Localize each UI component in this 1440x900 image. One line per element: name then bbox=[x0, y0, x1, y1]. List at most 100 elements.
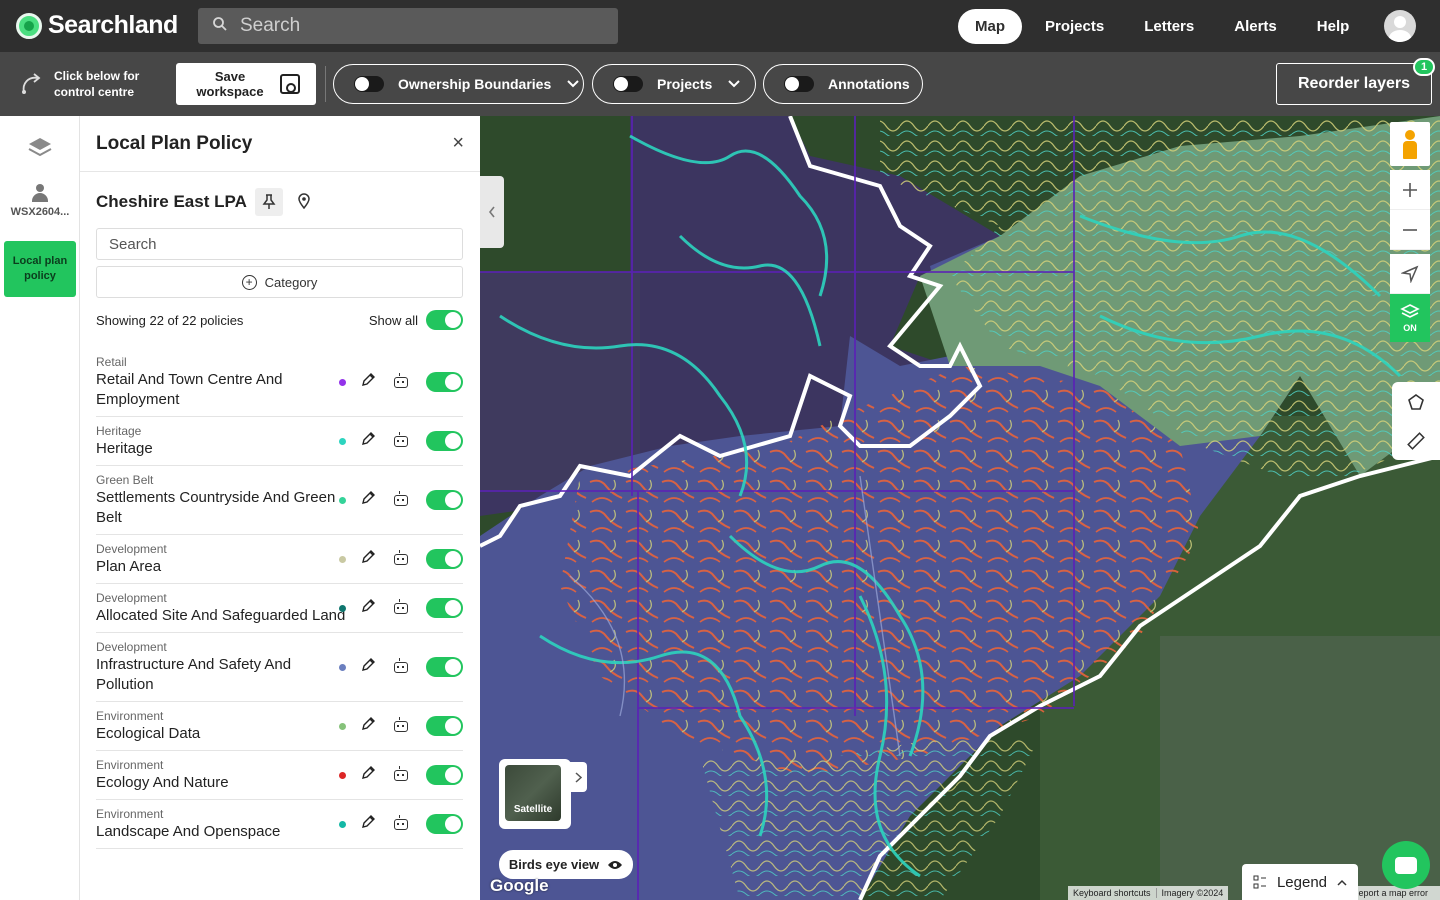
ownership-boundaries-toggle[interactable] bbox=[354, 76, 384, 92]
edit-pencil-icon[interactable] bbox=[360, 814, 376, 834]
nav-alerts[interactable]: Alerts bbox=[1217, 9, 1294, 44]
edit-pencil-icon[interactable] bbox=[360, 716, 376, 736]
policy-visibility-toggle[interactable] bbox=[426, 549, 463, 569]
policy-color-dot bbox=[339, 771, 346, 779]
policy-row: Green Belt Settlements Countryside And Gr… bbox=[96, 466, 463, 535]
edit-pencil-icon[interactable] bbox=[360, 657, 376, 677]
lpa-row: Cheshire East LPA bbox=[96, 188, 311, 216]
satellite-toggle-card[interactable]: Satellite bbox=[499, 759, 571, 829]
map-canvas[interactable] bbox=[480, 116, 1440, 900]
edit-pencil-icon[interactable] bbox=[360, 598, 376, 618]
location-pin-icon[interactable] bbox=[297, 192, 311, 212]
policy-visibility-toggle[interactable] bbox=[426, 814, 463, 834]
policy-name: Settlements Countryside And Green Belt bbox=[96, 489, 336, 526]
category-button[interactable]: + Category bbox=[96, 266, 463, 298]
control-centre-text: Click below for control centre bbox=[54, 69, 140, 99]
policy-visibility-toggle[interactable] bbox=[426, 372, 463, 392]
edit-pencil-icon[interactable] bbox=[360, 549, 376, 569]
robot-icon[interactable] bbox=[394, 716, 408, 732]
layers-icon[interactable] bbox=[26, 134, 54, 162]
zoom-out-button[interactable] bbox=[1390, 210, 1430, 250]
ruler-icon[interactable] bbox=[1392, 421, 1440, 460]
chevron-right-icon[interactable] bbox=[569, 762, 587, 792]
chat-support-button[interactable] bbox=[1382, 841, 1430, 889]
policy-name: Ecology And Nature bbox=[96, 774, 229, 791]
logo-icon bbox=[16, 12, 42, 39]
robot-icon[interactable] bbox=[394, 814, 408, 830]
policy-visibility-toggle[interactable] bbox=[426, 490, 463, 510]
plus-circle-icon: + bbox=[241, 274, 257, 290]
edit-pencil-icon[interactable] bbox=[360, 490, 376, 510]
nav-help[interactable]: Help bbox=[1300, 9, 1367, 44]
robot-icon[interactable] bbox=[394, 765, 408, 781]
policy-row: Environment Ecology And Nature bbox=[96, 751, 463, 800]
edit-pencil-icon[interactable] bbox=[360, 372, 376, 392]
policy-visibility-toggle[interactable] bbox=[426, 598, 463, 618]
brand-logo[interactable]: Searchland bbox=[16, 11, 178, 40]
policy-visibility-toggle[interactable] bbox=[426, 431, 463, 451]
keyboard-shortcuts-link[interactable]: Keyboard shortcuts bbox=[1068, 888, 1157, 898]
policy-visibility-toggle[interactable] bbox=[426, 765, 463, 785]
birds-eye-view-button[interactable]: Birds eye view bbox=[499, 850, 633, 879]
legend-label: Legend bbox=[1276, 873, 1328, 891]
save-workspace-button[interactable]: Save workspace bbox=[176, 63, 316, 105]
policy-row: Development Plan Area bbox=[96, 535, 463, 584]
policy-row: Environment Landscape And Openspace bbox=[96, 800, 463, 849]
rail-user-item[interactable]: WSX2604... bbox=[0, 184, 80, 218]
satellite-thumbnail: Satellite bbox=[505, 765, 561, 821]
robot-icon[interactable] bbox=[394, 372, 408, 388]
edit-pencil-icon[interactable] bbox=[360, 765, 376, 785]
edit-pencil-icon[interactable] bbox=[360, 431, 376, 451]
rail-local-plan-policy[interactable]: Local plan policy bbox=[4, 241, 76, 297]
birds-eye-label: Birds eye view bbox=[508, 857, 600, 872]
map-layers-toggle[interactable]: ON bbox=[1390, 294, 1430, 342]
policy-color-dot bbox=[339, 496, 346, 504]
projects-toggle[interactable] bbox=[613, 76, 643, 92]
robot-icon[interactable] bbox=[394, 598, 408, 614]
policy-controls bbox=[339, 716, 463, 736]
user-avatar[interactable] bbox=[1384, 10, 1416, 42]
reorder-layers-button[interactable]: Reorder layers bbox=[1276, 63, 1432, 105]
annotations-pill[interactable]: Annotations bbox=[763, 64, 923, 104]
annotations-toggle[interactable] bbox=[784, 76, 814, 92]
street-view-pegman-icon[interactable] bbox=[1390, 122, 1430, 166]
policy-visibility-toggle[interactable] bbox=[426, 716, 463, 736]
navigate-arrow-icon[interactable] bbox=[1390, 254, 1430, 294]
robot-icon[interactable] bbox=[394, 490, 408, 506]
reorder-layers-badge: 1 bbox=[1413, 58, 1435, 76]
map-toolbar: Click below for control centre Save work… bbox=[0, 52, 1440, 116]
legend-button[interactable]: Legend bbox=[1242, 864, 1358, 900]
global-search-input[interactable]: Search bbox=[198, 8, 618, 44]
save-workspace-label: Save workspace bbox=[196, 69, 264, 99]
policy-category: Retail bbox=[96, 355, 127, 369]
eye-icon bbox=[608, 860, 623, 869]
show-all-toggle[interactable] bbox=[426, 310, 463, 330]
report-map-error-label: Report a map error bbox=[1358, 888, 1429, 898]
policy-name: Allocated Site And Safeguarded Land bbox=[96, 607, 346, 624]
policy-row: Development Allocated Site And Safeguarde… bbox=[96, 584, 463, 633]
polygon-draw-icon[interactable] bbox=[1392, 382, 1440, 421]
pin-icon[interactable] bbox=[254, 188, 283, 216]
policy-visibility-toggle[interactable] bbox=[426, 657, 463, 677]
ownership-boundaries-pill[interactable]: Ownership Boundaries bbox=[333, 64, 584, 104]
policy-controls bbox=[339, 598, 463, 618]
control-centre-hint[interactable]: Click below for control centre bbox=[18, 68, 154, 100]
ownership-boundaries-label: Ownership Boundaries bbox=[398, 76, 552, 92]
policy-controls bbox=[339, 431, 463, 451]
policy-color-dot bbox=[339, 663, 346, 671]
collapse-panel-button[interactable] bbox=[480, 176, 504, 248]
nav-projects[interactable]: Projects bbox=[1028, 9, 1121, 44]
close-icon[interactable]: × bbox=[452, 132, 464, 155]
nav-letters[interactable]: Letters bbox=[1127, 9, 1211, 44]
nav-map[interactable]: Map bbox=[958, 9, 1022, 44]
robot-icon[interactable] bbox=[394, 431, 408, 447]
policy-search-input[interactable]: Search bbox=[96, 228, 463, 260]
category-label: Category bbox=[264, 274, 318, 290]
robot-icon[interactable] bbox=[394, 549, 408, 565]
legend-icon bbox=[1253, 875, 1266, 889]
policy-name: Infrastructure And Safety And Pollution bbox=[96, 656, 292, 693]
robot-icon[interactable] bbox=[394, 657, 408, 673]
projects-pill[interactable]: Projects bbox=[592, 64, 756, 104]
zoom-in-button[interactable] bbox=[1390, 170, 1430, 210]
chevron-up-icon bbox=[1337, 879, 1347, 886]
